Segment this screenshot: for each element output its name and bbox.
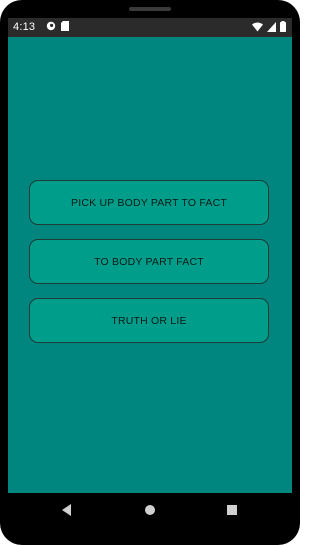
pick-up-body-part-to-fact-button[interactable]: PICK UP BODY PART TO FACT xyxy=(29,180,269,225)
status-time: 4:13 xyxy=(13,21,36,33)
app-notification-icon xyxy=(46,21,56,31)
home-icon[interactable] xyxy=(145,505,155,515)
app-screen: PICK UP BODY PART TO FACT TO BODY PART F… xyxy=(8,37,292,493)
wifi-icon xyxy=(252,22,263,31)
back-icon[interactable] xyxy=(62,504,71,516)
button-label: TRUTH OR LIE xyxy=(111,314,187,327)
recents-icon[interactable] xyxy=(227,505,237,515)
status-left-icons xyxy=(46,21,69,31)
cellular-signal-icon xyxy=(267,21,276,32)
earpiece-speaker xyxy=(129,7,171,11)
status-bar: 4:13 xyxy=(8,18,292,37)
button-label: PICK UP BODY PART TO FACT xyxy=(71,196,227,209)
status-right-icons xyxy=(252,21,286,32)
battery-icon xyxy=(280,21,286,32)
sd-card-icon xyxy=(61,21,69,31)
to-body-part-fact-button[interactable]: TO BODY PART FACT xyxy=(29,239,269,284)
button-label: TO BODY PART FACT xyxy=(94,255,204,268)
truth-or-lie-button[interactable]: TRUTH OR LIE xyxy=(29,298,269,343)
navigation-bar xyxy=(8,493,292,528)
main-menu: PICK UP BODY PART TO FACT TO BODY PART F… xyxy=(29,180,271,357)
phone-frame: 4:13 PICK UP BODY PART TO FACT TO BODY P… xyxy=(0,0,300,545)
